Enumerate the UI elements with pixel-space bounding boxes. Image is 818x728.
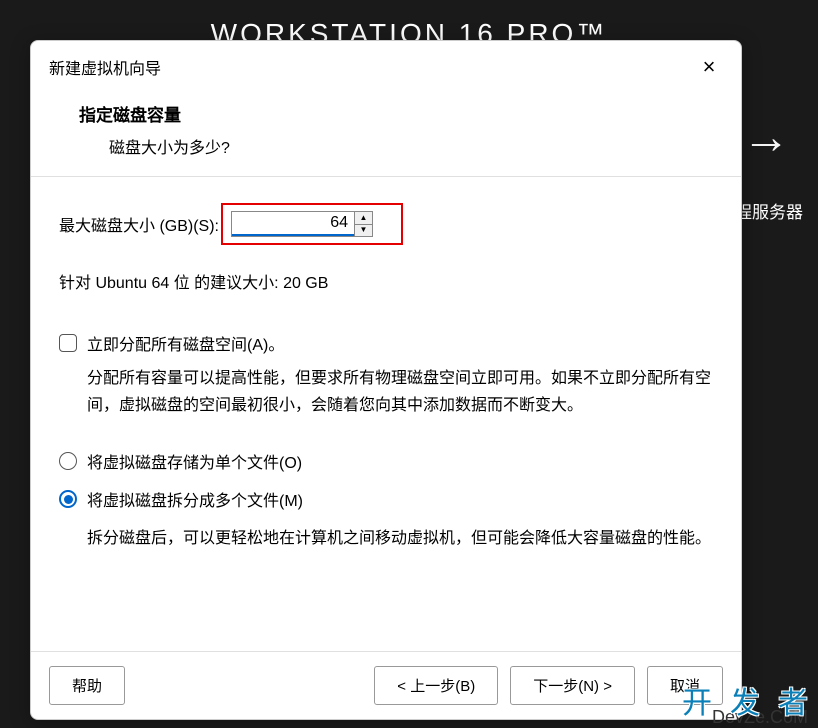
help-button[interactable]: 帮助: [49, 666, 125, 705]
radio-single-file[interactable]: [59, 452, 77, 470]
watermark-char-1: 开: [682, 678, 712, 722]
radio-split-description: 拆分磁盘后，可以更轻松地在计算机之间移动虚拟机，但可能会降低大容量磁盘的性能。: [87, 525, 713, 552]
disk-size-label: 最大磁盘大小 (GB)(S):: [59, 212, 219, 236]
radio-split-file-row[interactable]: 将虚拟磁盘拆分成多个文件(M): [59, 487, 713, 511]
radio-split-file-label: 将虚拟磁盘拆分成多个文件(M): [87, 487, 303, 511]
disk-size-input[interactable]: [232, 212, 354, 236]
wizard-step-title: 指定磁盘容量: [79, 101, 709, 126]
dialog-title: 新建虚拟机向导: [49, 55, 161, 79]
background-server-text: 程服务器: [735, 198, 803, 223]
wizard-step-subtitle: 磁盘大小为多少?: [109, 134, 709, 158]
allocate-now-label: 立即分配所有磁盘空间(A)。: [87, 331, 284, 355]
background-arrow-icon: →: [742, 110, 790, 165]
disk-file-radio-group: 将虚拟磁盘存储为单个文件(O) 将虚拟磁盘拆分成多个文件(M) 拆分磁盘后，可以…: [59, 449, 713, 552]
highlight-annotation: ▲ ▼: [221, 203, 403, 245]
radio-split-file[interactable]: [59, 490, 77, 508]
disk-size-row: 最大磁盘大小 (GB)(S): ▲ ▼: [59, 203, 713, 245]
allocate-now-checkbox[interactable]: [59, 334, 77, 352]
dialog-footer: 帮助 < 上一步(B) 下一步(N) > 取消: [31, 651, 741, 719]
footer-nav-buttons: < 上一步(B) 下一步(N) > 取消: [374, 666, 723, 705]
spinner-up-icon[interactable]: ▲: [355, 212, 372, 225]
watermark-overlay: 开 发 者: [682, 678, 808, 722]
recommended-size-text: 针对 Ubuntu 64 位 的建议大小: 20 GB: [59, 269, 713, 293]
radio-single-file-row[interactable]: 将虚拟磁盘存储为单个文件(O): [59, 449, 713, 473]
next-button[interactable]: 下一步(N) >: [510, 666, 635, 705]
back-button[interactable]: < 上一步(B): [374, 666, 498, 705]
disk-size-spinner[interactable]: ▲ ▼: [231, 211, 373, 237]
radio-single-file-label: 将虚拟磁盘存储为单个文件(O): [87, 449, 302, 473]
close-icon: ×: [703, 54, 716, 80]
watermark-char-3: 者: [778, 678, 808, 722]
allocate-now-description: 分配所有容量可以提高性能，但要求所有物理磁盘空间立即可用。如果不立即分配所有空间…: [87, 365, 713, 419]
new-vm-wizard-dialog: 新建虚拟机向导 × 指定磁盘容量 磁盘大小为多少? 最大磁盘大小 (GB)(S)…: [30, 40, 742, 720]
wizard-header: 指定磁盘容量 磁盘大小为多少?: [31, 91, 741, 176]
close-button[interactable]: ×: [695, 53, 723, 81]
dialog-titlebar: 新建虚拟机向导 ×: [31, 41, 741, 91]
allocate-now-row[interactable]: 立即分配所有磁盘空间(A)。: [59, 331, 713, 355]
spinner-buttons: ▲ ▼: [354, 212, 372, 236]
watermark-char-2: 发: [730, 678, 760, 722]
spinner-down-icon[interactable]: ▼: [355, 225, 372, 237]
wizard-content: 最大磁盘大小 (GB)(S): ▲ ▼ 针对 Ubuntu 64 位 的建议大小…: [31, 177, 741, 651]
